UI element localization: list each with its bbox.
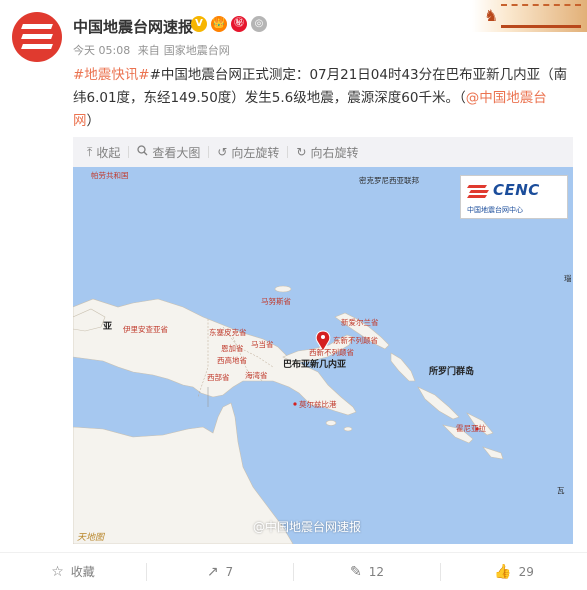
label-wahgi: 西高地省 <box>217 356 247 365</box>
label-eastnb: 东新不列颠省 <box>333 336 378 345</box>
label-newireland: 新爱尔兰省 <box>341 318 379 327</box>
verified-icon[interactable]: V <box>191 16 207 32</box>
rotate-left-icon: ↺ <box>217 145 228 159</box>
rotate-right-icon: ↻ <box>296 145 307 159</box>
cenc-logo-text: CENC <box>493 181 540 199</box>
member-icon[interactable]: ㊙ <box>231 16 247 32</box>
account-name[interactable]: 中国地震台网速报 <box>73 16 193 37</box>
rotate-right-button[interactable]: ↻ 向右旋转 <box>288 145 366 160</box>
label-solomon: 所罗门群岛 <box>429 367 475 377</box>
star-icon: ☆ <box>51 563 64 580</box>
crown-icon[interactable]: 👑 <box>211 16 227 32</box>
badge-row: V 👑 ㊙ ◎ <box>191 16 267 32</box>
repost-icon: ↗ <box>206 563 219 580</box>
post-source[interactable]: 国家地震台网 <box>164 44 230 57</box>
label-gulf: 海湾省 <box>245 371 268 380</box>
label-madang: 马当省 <box>251 340 274 349</box>
cenc-logo-box: CENC 中国地震台网中心 <box>460 175 568 219</box>
post-body-close: ） <box>86 113 101 129</box>
label-micronesia: 密克罗尼西亚联邦 <box>359 176 419 185</box>
cenc-logo-icon <box>467 185 489 198</box>
label-honiara: 霍尼亚拉 <box>456 424 486 433</box>
great-wall-icon <box>501 4 581 28</box>
like-button[interactable]: 👍 29 <box>441 563 587 581</box>
source-prefix: 来自 <box>137 44 160 57</box>
label-palau: 帕劳共和国 <box>91 171 129 180</box>
post-time[interactable]: 今天 05:08 <box>73 44 130 57</box>
figure-icon: ♞ <box>484 6 499 25</box>
repost-button[interactable]: ↗ 7 <box>147 562 294 581</box>
favorite-button[interactable]: ☆ 收藏 <box>0 562 147 581</box>
like-count: 29 <box>518 564 534 579</box>
favorite-label: 收藏 <box>70 565 95 579</box>
label-western: 西部省 <box>207 373 230 382</box>
collapse-button[interactable]: ⤒ 收起 <box>79 144 130 160</box>
label-sepik: 东塞皮克省 <box>209 328 247 337</box>
label-irian: 伊里安查亚省 <box>123 325 168 334</box>
comment-button[interactable]: ✎ 12 <box>294 562 441 581</box>
label-png: 巴布亚新几内亚 <box>283 360 347 370</box>
view-large-button[interactable]: 查看大图 <box>129 145 210 160</box>
rotate-left-button[interactable]: ↺ 向左旋转 <box>209 145 289 160</box>
image-toolbar: ⤒ 收起 查看大图 ↺ 向左旋转 ↻ 向右旋转 <box>73 137 573 167</box>
medal-icon[interactable]: ◎ <box>251 16 267 32</box>
search-icon <box>137 145 148 159</box>
label-enga: 恩加省 <box>221 344 244 353</box>
comment-icon: ✎ <box>349 563 362 580</box>
rotate-right-label: 向右旋转 <box>310 145 359 160</box>
earthquake-map[interactable]: 帕劳共和国 密克罗尼西亚联邦 伊里安查亚省 亚 东塞皮克省 马当省 恩加省 西高… <box>73 167 573 544</box>
post-body-prefix: #中国地震台网正式测定： <box>149 67 310 83</box>
topic-tag[interactable]: #地震快讯# <box>73 67 150 83</box>
label-fei: 瓦 <box>557 486 565 495</box>
avatar[interactable] <box>12 12 62 62</box>
cenc-logo-subtitle: 中国地震台网中心 <box>467 206 523 214</box>
image-watermark: @中国地震台网速报 <box>253 520 362 534</box>
rotate-left-label: 向左旋转 <box>231 145 280 160</box>
label-bi: 瑙 <box>564 274 572 283</box>
collapse-label: 收起 <box>96 145 121 160</box>
action-bar: ☆ 收藏 ↗ 7 ✎ 12 👍 29 <box>0 552 587 590</box>
image-viewer: ⤒ 收起 查看大图 ↺ 向左旋转 ↻ 向右旋转 帕劳共和国 密克罗尼西亚联邦 伊… <box>73 137 573 544</box>
repost-count: 7 <box>225 564 234 579</box>
collapse-icon: ⤒ <box>87 144 93 159</box>
label-morobe: 莫尔兹比港 <box>299 400 337 409</box>
decoration-banner: ♞ <box>472 0 587 32</box>
weibo-post-card: 中国地震台网速报 V 👑 ㊙ ◎ 今天 05:08 来自 国家地震台网 ♞ #地震… <box>0 0 587 590</box>
post-text: #地震快讯##中国地震台网正式测定：07月21日04时43分在巴布亚新几内亚（南… <box>73 64 573 133</box>
comment-count: 12 <box>368 564 384 579</box>
view-large-label: 查看大图 <box>152 145 201 160</box>
thumbs-up-icon: 👍 <box>494 563 512 580</box>
label-manus: 马努斯省 <box>261 297 291 306</box>
post-meta: 今天 05:08 来自 国家地震台网 <box>73 42 234 58</box>
label-ya: 亚 <box>103 322 113 332</box>
map-signature: 天地图 <box>77 533 105 543</box>
post-header: 中国地震台网速报 V 👑 ㊙ ◎ 今天 05:08 来自 国家地震台网 ♞ <box>0 0 587 62</box>
